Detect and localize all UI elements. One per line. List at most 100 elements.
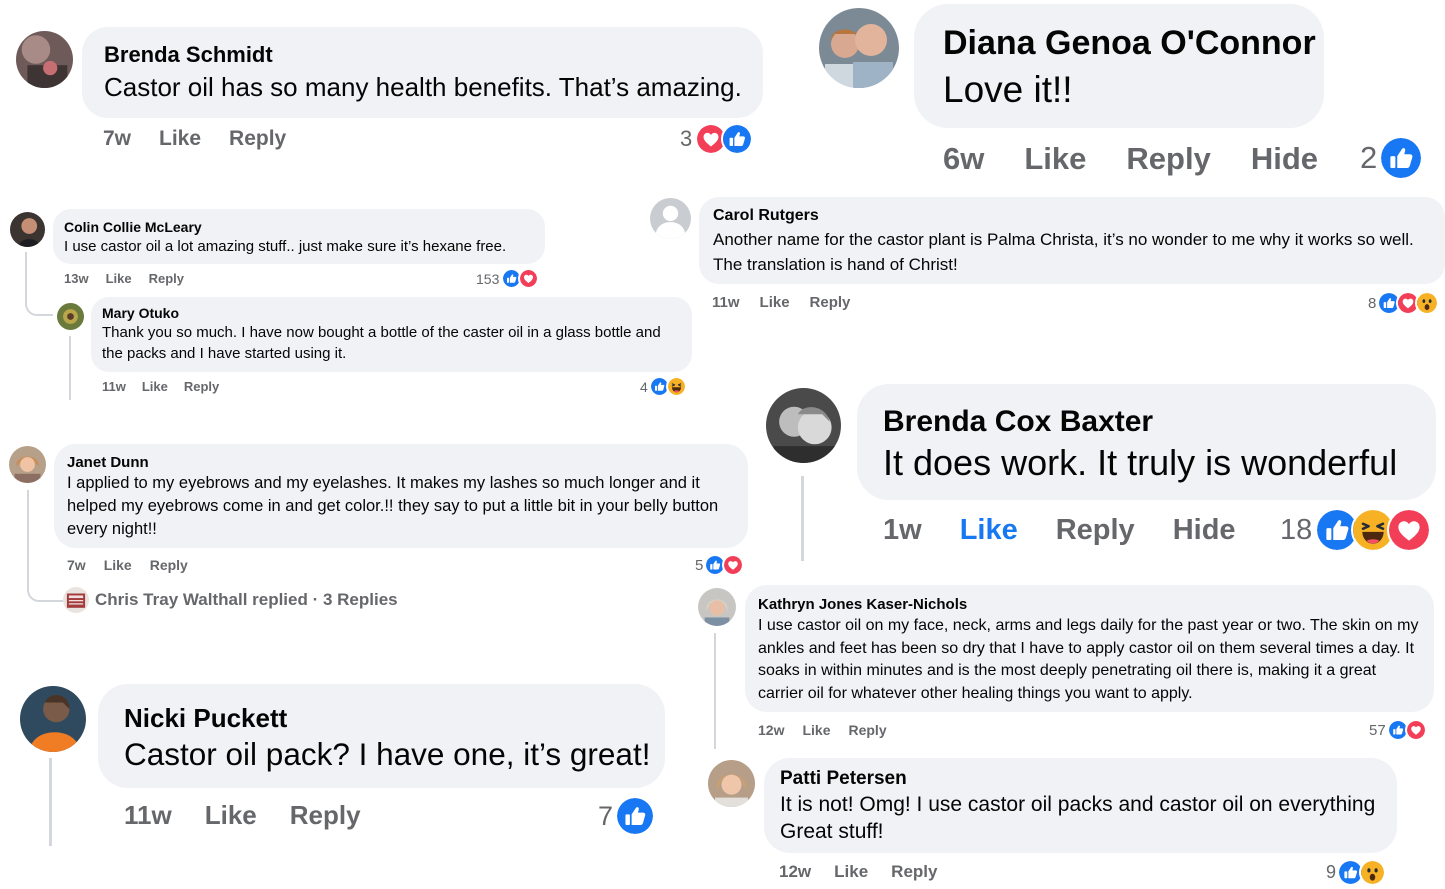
- love-icon: [1404, 719, 1427, 741]
- reactions-summary[interactable]: 9: [1326, 859, 1387, 886]
- comment-text: Castor oil pack? I have one, it’s great!: [124, 736, 651, 772]
- author-name[interactable]: Janet Dunn: [67, 454, 149, 471]
- comment-actions: 13w Like Reply: [64, 271, 184, 286]
- author-name[interactable]: Diana Genoa O'Connor: [943, 24, 1316, 63]
- comment-actions: 11w Like Reply: [712, 294, 850, 311]
- comment-bubble: Diana Genoa O'Connor Love it!!: [914, 4, 1324, 128]
- avatar[interactable]: [57, 303, 84, 330]
- hide-button[interactable]: Hide: [1251, 141, 1318, 177]
- reactions-summary[interactable]: 57: [1369, 719, 1427, 741]
- comment-text: Castor oil has so many health benefits. …: [104, 72, 742, 102]
- avatar: [63, 587, 89, 613]
- thread-line: [49, 758, 52, 846]
- reply-button[interactable]: Reply: [848, 722, 886, 738]
- comment-text: Thank you so much. I have now bought a b…: [102, 324, 661, 362]
- timestamp[interactable]: 7w: [103, 127, 131, 151]
- avatar[interactable]: [9, 446, 46, 483]
- reply-button[interactable]: Reply: [149, 271, 184, 286]
- avatar[interactable]: [16, 31, 73, 88]
- author-name[interactable]: Patti Petersen: [780, 768, 907, 790]
- comment-bubble: Mary Otuko Thank you so much. I have now…: [91, 297, 692, 372]
- comment-actions: 11w Like Reply: [124, 800, 361, 831]
- like-button[interactable]: Like: [960, 514, 1018, 547]
- reply-button[interactable]: Reply: [184, 379, 219, 394]
- timestamp[interactable]: 6w: [943, 141, 984, 177]
- reaction-count: 153: [476, 270, 500, 287]
- reactions-summary[interactable]: 8: [1368, 291, 1440, 315]
- timestamp[interactable]: 1w: [883, 514, 922, 547]
- reactions-summary[interactable]: 4: [640, 376, 687, 397]
- reactions-summary[interactable]: 2: [1360, 136, 1424, 180]
- comment-actions: 12w Like Reply: [779, 862, 937, 882]
- reactions-summary[interactable]: 153: [476, 268, 540, 289]
- comment-actions: 11w Like Reply: [102, 379, 219, 394]
- comment-actions: 7w Like Reply: [103, 127, 286, 151]
- reaction-count: 3: [680, 126, 693, 151]
- avatar[interactable]: [698, 588, 736, 626]
- reaction-count: 5: [695, 556, 704, 574]
- like-button[interactable]: Like: [834, 862, 868, 882]
- like-button[interactable]: Like: [142, 379, 168, 394]
- comment-text: Love it!!: [943, 69, 1073, 110]
- author-name[interactable]: Colin Collie McLeary: [64, 219, 202, 235]
- reactions-summary[interactable]: 7: [598, 796, 656, 836]
- author-name[interactable]: Brenda Schmidt: [104, 42, 273, 68]
- timestamp[interactable]: 7w: [67, 557, 86, 573]
- author-name[interactable]: Kathryn Jones Kaser-Nichols: [758, 596, 967, 613]
- timestamp[interactable]: 11w: [124, 800, 172, 831]
- timestamp[interactable]: 12w: [779, 862, 811, 882]
- avatar[interactable]: [650, 198, 691, 239]
- reaction-count: 7: [598, 800, 614, 831]
- reply-button[interactable]: Reply: [290, 800, 361, 831]
- timestamp[interactable]: 13w: [64, 271, 89, 286]
- avatar[interactable]: [10, 212, 45, 247]
- reaction-count: 2: [1360, 140, 1378, 175]
- thread-line: [69, 336, 71, 400]
- reply-button[interactable]: Reply: [1126, 141, 1210, 177]
- reactions-summary[interactable]: 18: [1280, 508, 1432, 552]
- reactions-summary[interactable]: 3: [680, 123, 754, 155]
- like-icon: [615, 796, 656, 836]
- comment-text: I applied to my eyebrows and my eyelashe…: [67, 474, 719, 538]
- reaction-count: 4: [640, 378, 648, 395]
- comment-text: It does work. It truly is wonderful: [883, 442, 1398, 483]
- like-button[interactable]: Like: [205, 800, 257, 831]
- reply-button[interactable]: Reply: [229, 127, 286, 151]
- avatar[interactable]: [20, 686, 86, 752]
- view-replies-link[interactable]: Chris Tray Walthall replied · 3 Replies: [63, 587, 398, 613]
- comment-actions: 1w Like Reply Hide: [883, 514, 1236, 547]
- like-icon: [721, 123, 754, 155]
- author-name[interactable]: Carol Rutgers: [713, 207, 819, 225]
- comment-actions: 7w Like Reply: [67, 557, 188, 573]
- avatar[interactable]: [766, 388, 841, 463]
- like-button[interactable]: Like: [760, 294, 790, 311]
- love-icon: [722, 554, 745, 576]
- reply-button[interactable]: Reply: [891, 862, 937, 882]
- hide-button[interactable]: Hide: [1173, 514, 1236, 547]
- timestamp[interactable]: 11w: [102, 379, 126, 394]
- comment-bubble: Janet Dunn I applied to my eyebrows and …: [54, 444, 748, 548]
- reply-button[interactable]: Reply: [1056, 514, 1135, 547]
- comment-bubble: Nicki Puckett Castor oil pack? I have on…: [98, 684, 665, 788]
- avatar[interactable]: [708, 760, 755, 807]
- author-name[interactable]: Mary Otuko: [102, 305, 179, 321]
- reply-button[interactable]: Reply: [150, 557, 188, 573]
- thread-line: [27, 490, 29, 583]
- comment-bubble: Brenda Cox Baxter It does work. It truly…: [857, 384, 1436, 500]
- like-button[interactable]: Like: [159, 127, 201, 151]
- thread-line: [801, 476, 804, 561]
- like-button[interactable]: Like: [1024, 141, 1086, 177]
- like-button[interactable]: Like: [106, 271, 132, 286]
- reactions-summary[interactable]: 5: [695, 554, 745, 576]
- comment-bubble: Brenda Schmidt Castor oil has so many he…: [82, 27, 763, 118]
- comment-bubble: Patti Petersen It is not! Omg! I use cas…: [764, 758, 1397, 853]
- timestamp[interactable]: 11w: [712, 294, 740, 311]
- timestamp[interactable]: 12w: [758, 722, 784, 738]
- author-name[interactable]: Nicki Puckett: [124, 703, 287, 734]
- comment-text: Another name for the castor plant is Pal…: [713, 230, 1414, 274]
- author-name[interactable]: Brenda Cox Baxter: [883, 405, 1153, 439]
- reply-button[interactable]: Reply: [810, 294, 851, 311]
- avatar[interactable]: [819, 8, 899, 88]
- like-button[interactable]: Like: [104, 557, 132, 573]
- like-button[interactable]: Like: [802, 722, 830, 738]
